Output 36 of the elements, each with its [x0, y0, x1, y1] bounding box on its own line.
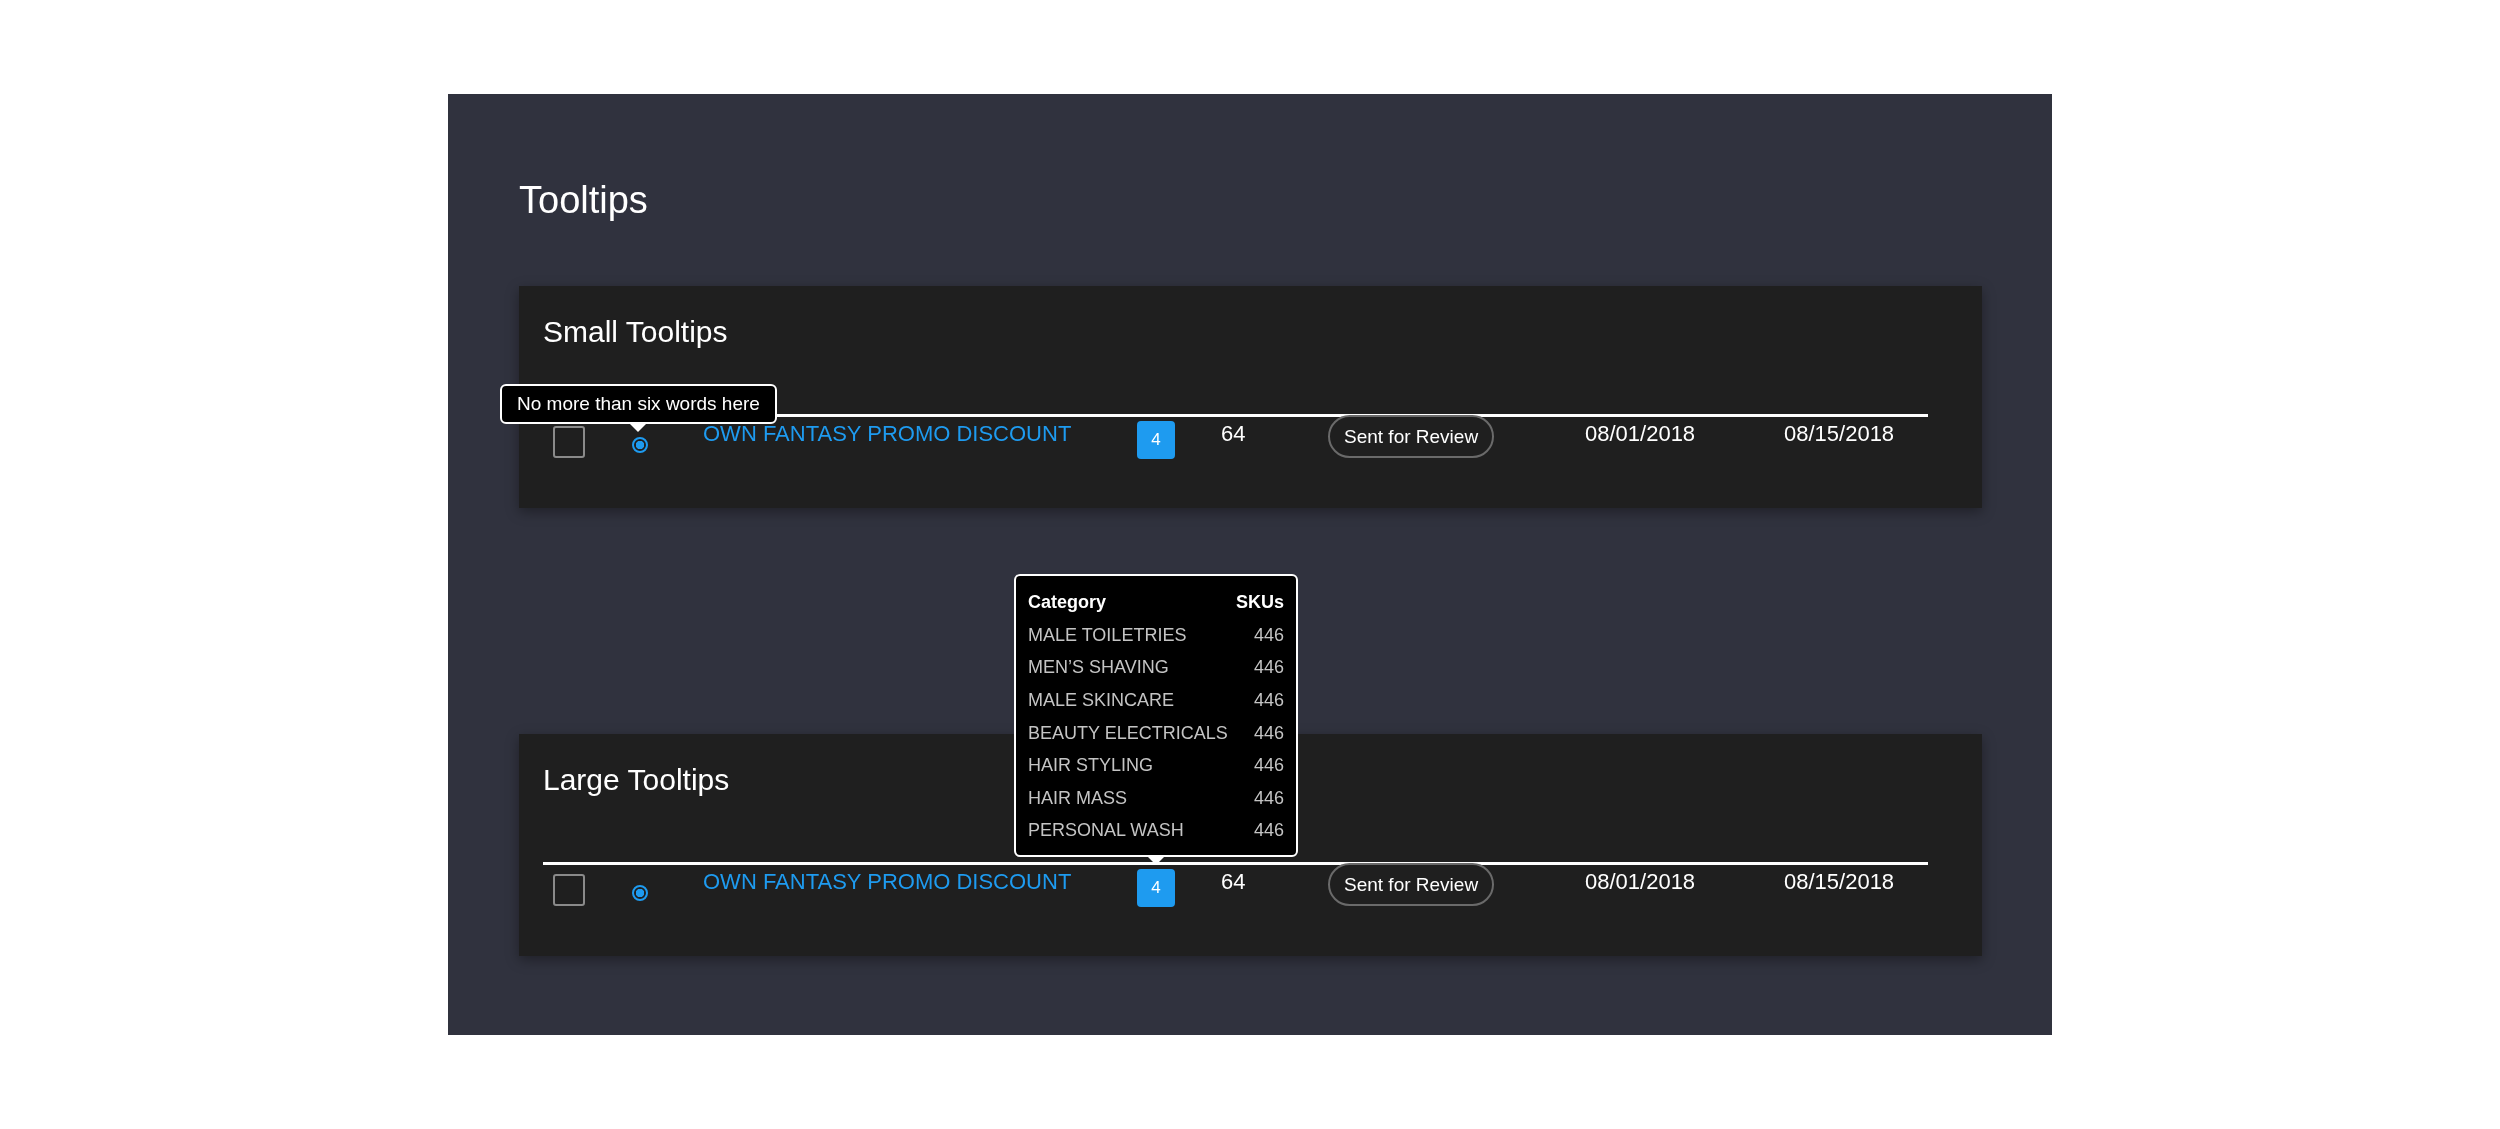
category-name: BEAUTY ELECTRICALS — [1028, 721, 1229, 745]
sku-count: 446 — [1252, 689, 1284, 713]
radio-button[interactable] — [632, 437, 648, 453]
radio-button[interactable] — [632, 885, 648, 901]
start-date: 08/01/2018 — [1585, 869, 1696, 895]
promo-link[interactable]: OWN FANTASY PROMO DISCOUNT — [703, 869, 1072, 895]
count-text: 64 — [1221, 869, 1246, 895]
checkbox[interactable] — [553, 426, 585, 458]
sku-count: 446 — [1252, 623, 1284, 647]
column-header: Category — [1028, 591, 1108, 615]
checkbox[interactable] — [553, 874, 585, 906]
sku-count: 446 — [1252, 754, 1284, 778]
column-header: SKUs — [1235, 591, 1284, 615]
sku-count: 446 — [1252, 819, 1284, 843]
category-name: PERSONAL WASH — [1028, 819, 1185, 843]
section-title: Small Tooltips — [543, 314, 728, 350]
status-button[interactable]: Sent for Review — [1328, 863, 1495, 906]
sku-count: 446 — [1252, 656, 1284, 680]
page-title: Tooltips — [519, 178, 648, 223]
start-date: 08/01/2018 — [1585, 421, 1696, 447]
count-badge[interactable]: 4 — [1137, 869, 1175, 907]
end-date: 08/15/2018 — [1784, 869, 1895, 895]
category-name: MEN’S SHAVING — [1028, 656, 1170, 680]
section-title: Large Tooltips — [543, 762, 730, 798]
tooltip-text: No more than six words here — [517, 393, 760, 414]
sku-count: 446 — [1252, 721, 1284, 745]
category-name: HAIR STYLING — [1028, 754, 1155, 778]
status-button[interactable]: Sent for Review — [1328, 415, 1495, 458]
sku-count: 446 — [1252, 786, 1284, 810]
category-name: HAIR MASS — [1028, 786, 1129, 810]
count-text: 64 — [1221, 421, 1246, 447]
end-date: 08/15/2018 — [1784, 421, 1895, 447]
category-name: MALE TOILETRIES — [1028, 623, 1188, 647]
count-badge[interactable]: 4 — [1137, 421, 1175, 459]
category-name: MALE SKINCARE — [1028, 689, 1176, 713]
promo-link[interactable]: OWN FANTASY PROMO DISCOUNT — [703, 421, 1072, 447]
